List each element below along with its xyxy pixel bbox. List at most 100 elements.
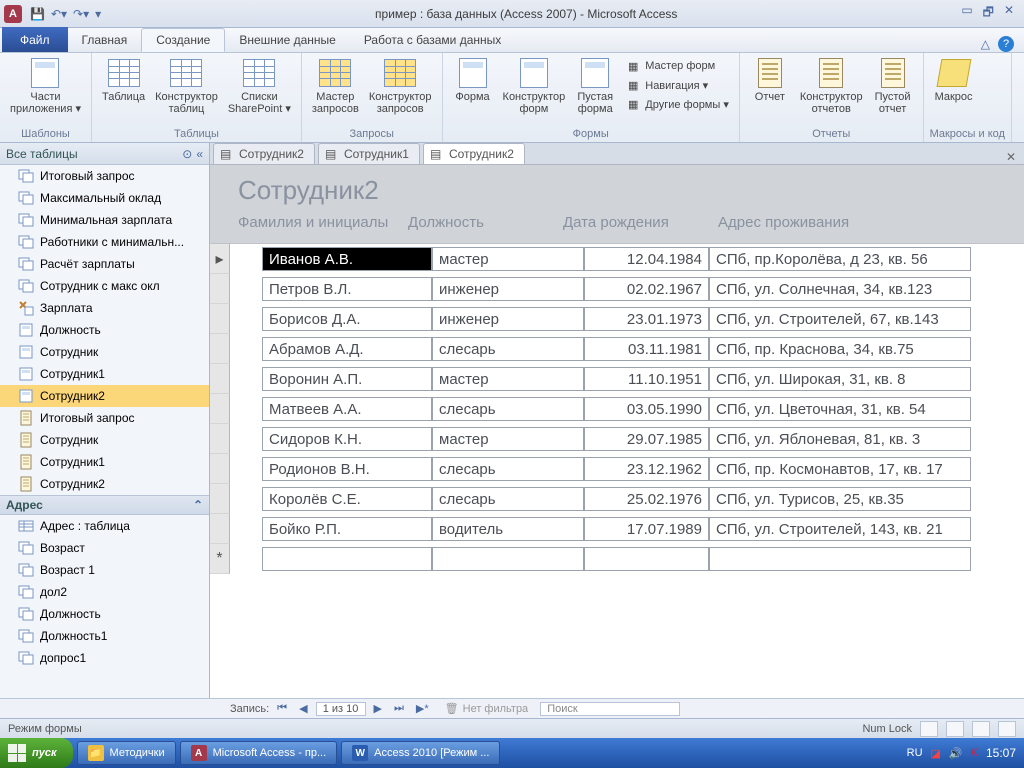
tray-av-icon[interactable]: K bbox=[971, 747, 978, 759]
lang-indicator[interactable]: RU bbox=[907, 747, 923, 759]
cell[interactable]: 03.11.1981 bbox=[584, 337, 709, 361]
cell[interactable]: мастер bbox=[432, 367, 584, 391]
ribbon-btn[interactable]: Форма bbox=[449, 55, 497, 105]
cell[interactable]: мастер bbox=[432, 247, 584, 271]
cell[interactable]: СПб, ул. Строителей, 67, кв.143 bbox=[709, 307, 971, 331]
next-record-icon[interactable]: ▶ bbox=[370, 702, 386, 715]
cell[interactable]: водитель bbox=[432, 517, 584, 541]
cell[interactable]: СПб, ул. Солнечная, 34, кв.123 bbox=[709, 277, 971, 301]
sidebar-item-Минимальная зарплата[interactable]: Минимальная зарплата bbox=[0, 209, 209, 231]
cell[interactable]: СПб, ул. Цветочная, 31, кв. 54 bbox=[709, 397, 971, 421]
tab-Работа с базами данных[interactable]: Работа с базами данных bbox=[350, 28, 515, 52]
clock[interactable]: 15:07 bbox=[986, 746, 1016, 760]
cell[interactable]: Иванов А.В. bbox=[262, 247, 432, 271]
sidebar-item-Максимальный оклад[interactable]: Максимальный оклад bbox=[0, 187, 209, 209]
close-document-icon[interactable]: ✕ bbox=[998, 150, 1024, 164]
taskbar-button[interactable]: 📁Методички bbox=[77, 741, 176, 765]
cell[interactable]: 02.02.1967 bbox=[584, 277, 709, 301]
row-selector[interactable] bbox=[210, 304, 230, 334]
collapse-ribbon-icon[interactable]: △ bbox=[981, 37, 990, 51]
ribbon-btn[interactable]: Отчет bbox=[746, 55, 794, 105]
row-selector[interactable]: ▸ bbox=[210, 244, 230, 274]
tab-Внешние данные[interactable]: Внешние данные bbox=[225, 28, 350, 52]
cell[interactable]: Сидоров К.Н. bbox=[262, 427, 432, 451]
sidebar-item-Сотрудник2[interactable]: Сотрудник2 bbox=[0, 385, 209, 407]
ribbon-btn[interactable]: Конструкторзапросов bbox=[365, 55, 436, 117]
sidebar-item-Сотрудник[interactable]: Сотрудник bbox=[0, 429, 209, 451]
sidebar-item-Сотрудник с макс окл[interactable]: Сотрудник с макс окл bbox=[0, 275, 209, 297]
prev-record-icon[interactable]: ◀ bbox=[295, 702, 311, 715]
cell[interactable]: 03.05.1990 bbox=[584, 397, 709, 421]
ribbon-btn[interactable]: Макрос bbox=[930, 55, 978, 105]
sidebar-item-Сотрудник1[interactable]: Сотрудник1 bbox=[0, 451, 209, 473]
nav-group-header[interactable]: Адрес⌃ bbox=[0, 495, 209, 515]
last-record-icon[interactable]: ⏭ bbox=[390, 702, 408, 715]
cell[interactable]: СПб, ул. Турисов, 25, кв.35 bbox=[709, 487, 971, 511]
sidebar-item-Возраст[interactable]: Возраст bbox=[0, 537, 209, 559]
sidebar-item-дол2[interactable]: дол2 bbox=[0, 581, 209, 603]
document-tab[interactable]: ▤Сотрудник2 bbox=[213, 143, 315, 164]
sidebar-item-Итоговый запрос[interactable]: Итоговый запрос bbox=[0, 407, 209, 429]
cell[interactable] bbox=[432, 547, 584, 571]
cell[interactable]: слесарь bbox=[432, 457, 584, 481]
cell[interactable]: СПб, ул. Широкая, 31, кв. 8 bbox=[709, 367, 971, 391]
taskbar-button[interactable]: WAccess 2010 [Режим ... bbox=[341, 741, 500, 765]
minimize-icon[interactable]: ▭ bbox=[961, 3, 972, 24]
taskbar-button[interactable]: AMicrosoft Access - пр... bbox=[180, 741, 338, 765]
sidebar-item-Адрес : таблица[interactable]: Адрес : таблица bbox=[0, 515, 209, 537]
new-record-icon[interactable]: ▶* bbox=[412, 702, 433, 715]
cell[interactable]: слесарь bbox=[432, 487, 584, 511]
cell[interactable]: 25.02.1976 bbox=[584, 487, 709, 511]
search-box[interactable]: Поиск bbox=[540, 702, 680, 716]
sidebar-item-Возраст 1[interactable]: Возраст 1 bbox=[0, 559, 209, 581]
view-layout-icon[interactable] bbox=[972, 721, 990, 737]
cell[interactable]: Матвеев А.А. bbox=[262, 397, 432, 421]
row-selector[interactable] bbox=[210, 364, 230, 394]
view-datasheet-icon[interactable] bbox=[946, 721, 964, 737]
help-icon[interactable]: ? bbox=[998, 36, 1014, 52]
redo-icon[interactable]: ↷▾ bbox=[73, 7, 89, 21]
cell[interactable]: слесарь bbox=[432, 397, 584, 421]
new-row-selector[interactable]: * bbox=[210, 544, 230, 574]
view-design-icon[interactable] bbox=[998, 721, 1016, 737]
ribbon-btn[interactable]: Конструкторформ bbox=[499, 55, 570, 117]
tray-kaspersky-icon[interactable]: ◪ bbox=[931, 747, 941, 760]
cell[interactable] bbox=[709, 547, 971, 571]
ribbon-btn[interactable]: Таблица bbox=[98, 55, 149, 105]
cell[interactable]: СПб, пр. Космонавтов, 17, кв. 17 bbox=[709, 457, 971, 481]
row-selector[interactable] bbox=[210, 394, 230, 424]
cell[interactable]: СПб, пр. Краснова, 34, кв.75 bbox=[709, 337, 971, 361]
row-selector[interactable] bbox=[210, 514, 230, 544]
cell[interactable]: мастер bbox=[432, 427, 584, 451]
start-button[interactable]: пуск bbox=[0, 738, 73, 768]
cell[interactable]: слесарь bbox=[432, 337, 584, 361]
save-icon[interactable]: 💾 bbox=[30, 7, 45, 21]
cell[interactable]: инженер bbox=[432, 307, 584, 331]
cell[interactable]: Королёв С.Е. bbox=[262, 487, 432, 511]
ribbon-btn[interactable]: Частиприложения ▾ bbox=[6, 55, 85, 117]
row-selector[interactable] bbox=[210, 454, 230, 484]
sidebar-item-Должность[interactable]: Должность bbox=[0, 603, 209, 625]
ribbon-btn[interactable]: СпискиSharePoint ▾ bbox=[224, 55, 295, 117]
row-selector[interactable] bbox=[210, 274, 230, 304]
first-record-icon[interactable]: ⏮ bbox=[273, 702, 291, 715]
document-tab[interactable]: ▤Сотрудник1 bbox=[318, 143, 420, 164]
ribbon-small-btn[interactable]: ▦Мастер форм bbox=[621, 57, 733, 75]
sidebar-item-Зарплата[interactable]: Зарплата bbox=[0, 297, 209, 319]
tray-network-icon[interactable]: 🔊 bbox=[949, 747, 963, 760]
cell[interactable]: Родионов В.Н. bbox=[262, 457, 432, 481]
ribbon-small-btn[interactable]: ▦Навигация ▾ bbox=[621, 76, 733, 94]
nav-collapse-icon[interactable]: « bbox=[196, 147, 203, 161]
cell[interactable] bbox=[262, 547, 432, 571]
sidebar-item-Расчёт зарплаты[interactable]: Расчёт зарплаты bbox=[0, 253, 209, 275]
cell[interactable]: 11.10.1951 bbox=[584, 367, 709, 391]
tab-file[interactable]: Файл bbox=[2, 27, 68, 52]
tab-Создание[interactable]: Создание bbox=[141, 28, 225, 52]
cell[interactable]: 23.01.1973 bbox=[584, 307, 709, 331]
ribbon-btn[interactable]: Пустойотчет bbox=[869, 55, 917, 117]
sidebar-item-Должность[interactable]: Должность bbox=[0, 319, 209, 341]
row-selector[interactable] bbox=[210, 334, 230, 364]
view-form-icon[interactable] bbox=[920, 721, 938, 737]
sidebar-item-Итоговый запрос[interactable]: Итоговый запрос bbox=[0, 165, 209, 187]
ribbon-btn[interactable]: Конструкторотчетов bbox=[796, 55, 867, 117]
